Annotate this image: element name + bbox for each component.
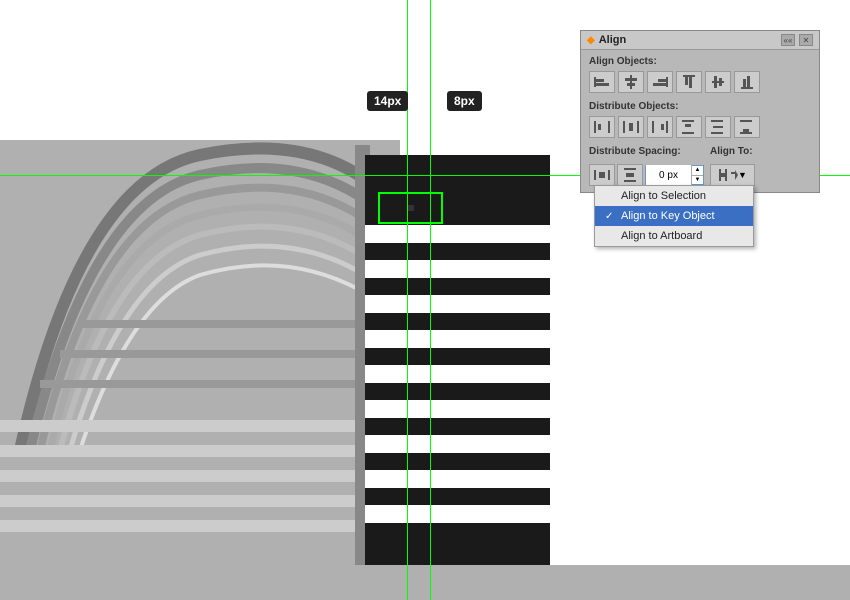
guide-vertical-2 [430, 0, 431, 600]
dimension-label-14px: 14px [367, 91, 408, 111]
spacing-input[interactable] [646, 165, 691, 185]
align-to-selection-item[interactable]: Align to Selection [595, 186, 753, 206]
spinner-down[interactable]: ▼ [692, 176, 703, 186]
align-to-dropdown-arrow: ▼ [738, 170, 747, 180]
align-objects-label: Align Objects: [589, 56, 811, 67]
panel-collapse-btn[interactable]: «« [781, 34, 795, 46]
arrow-8px: ↔ [455, 115, 495, 131]
spacing-input-wrapper: ▲ ▼ [645, 165, 704, 185]
align-to-key-object-label: Align to Key Object [621, 210, 715, 222]
distribute-spacing-group: Distribute Spacing: ▲ ▼ [589, 146, 704, 186]
align-to-icon [718, 167, 738, 183]
align-icon: ◆ [587, 35, 595, 46]
selection-handle [408, 205, 414, 211]
canvas-area: 14px ↔ 8px ↔ ◆ Align «« ✕ Align Objects: [0, 0, 850, 600]
dist-space-h-btn[interactable] [589, 164, 615, 186]
dist-top-btn[interactable] [676, 116, 702, 138]
align-to-btn[interactable]: ▼ Align to Selection ✓ Align to Key Obje… [710, 164, 755, 186]
guide-vertical-1 [407, 0, 408, 600]
panel-bottom-row: Distribute Spacing: ▲ ▼ [589, 146, 811, 186]
align-to-artboard-item[interactable]: Align to Artboard [595, 226, 753, 246]
align-to-key-object-item[interactable]: ✓ Align to Key Object [595, 206, 753, 226]
dist-right-btn[interactable] [647, 116, 673, 138]
dist-space-v-btn[interactable] [617, 164, 643, 186]
align-to-artboard-label: Align to Artboard [621, 230, 702, 242]
align-to-dropdown: Align to Selection ✓ Align to Key Object… [594, 185, 754, 247]
panel-body: Align Objects: [581, 50, 819, 192]
key-object-checkmark: ✓ [605, 211, 617, 222]
distribute-spacing-label: Distribute Spacing: [589, 146, 704, 157]
align-panel: ◆ Align «« ✕ Align Objects: [580, 30, 820, 193]
panel-controls: «« ✕ [781, 34, 813, 46]
align-to-selection-label: Align to Selection [621, 190, 706, 202]
align-to-label: Align To: [710, 146, 755, 157]
panel-titlebar: ◆ Align «« ✕ [581, 31, 819, 50]
align-objects-row [589, 71, 811, 93]
align-top-btn[interactable] [676, 71, 702, 93]
selection-box[interactable] [378, 192, 443, 224]
dist-center-v-btn[interactable] [705, 116, 731, 138]
arrow-14px: ↔ [375, 115, 425, 131]
distribute-objects-row [589, 116, 811, 138]
dist-center-h-btn[interactable] [618, 116, 644, 138]
panel-close-btn[interactable]: ✕ [799, 34, 813, 46]
align-bottom-btn[interactable] [734, 71, 760, 93]
spinner[interactable]: ▲ ▼ [691, 165, 703, 185]
spinner-up[interactable]: ▲ [692, 165, 703, 176]
dist-left-btn[interactable] [589, 116, 615, 138]
panel-title: ◆ Align [587, 34, 626, 46]
align-right-btn[interactable] [647, 71, 673, 93]
dist-bottom-btn[interactable] [734, 116, 760, 138]
dimension-label-8px: 8px [447, 91, 482, 111]
align-center-h-btn[interactable] [618, 71, 644, 93]
align-left-btn[interactable] [589, 71, 615, 93]
bottom-bar [0, 565, 850, 600]
spacing-input-row: ▲ ▼ [589, 164, 704, 186]
panel-title-text: Align [599, 34, 627, 46]
distribute-objects-label: Distribute Objects: [589, 101, 811, 112]
align-to-group: Align To: ▼ [710, 146, 755, 186]
align-center-v-btn[interactable] [705, 71, 731, 93]
